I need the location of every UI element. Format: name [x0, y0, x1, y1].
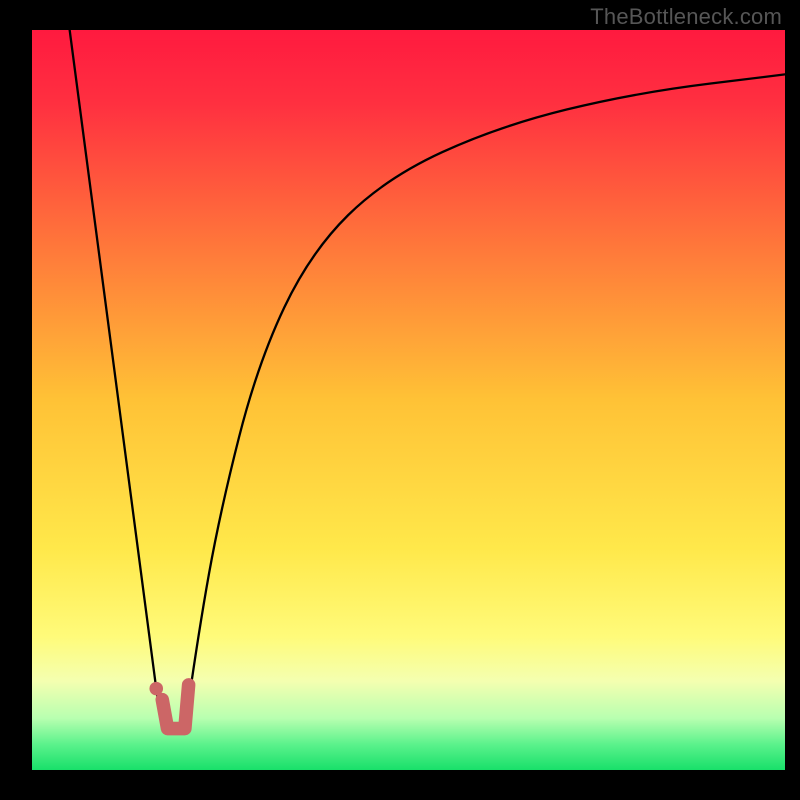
chart-svg [0, 0, 800, 800]
watermark-text: TheBottleneck.com [590, 4, 782, 30]
chart-frame: { "watermark": "TheBottleneck.com", "cha… [0, 0, 800, 800]
plot-gradient-background [32, 30, 785, 770]
